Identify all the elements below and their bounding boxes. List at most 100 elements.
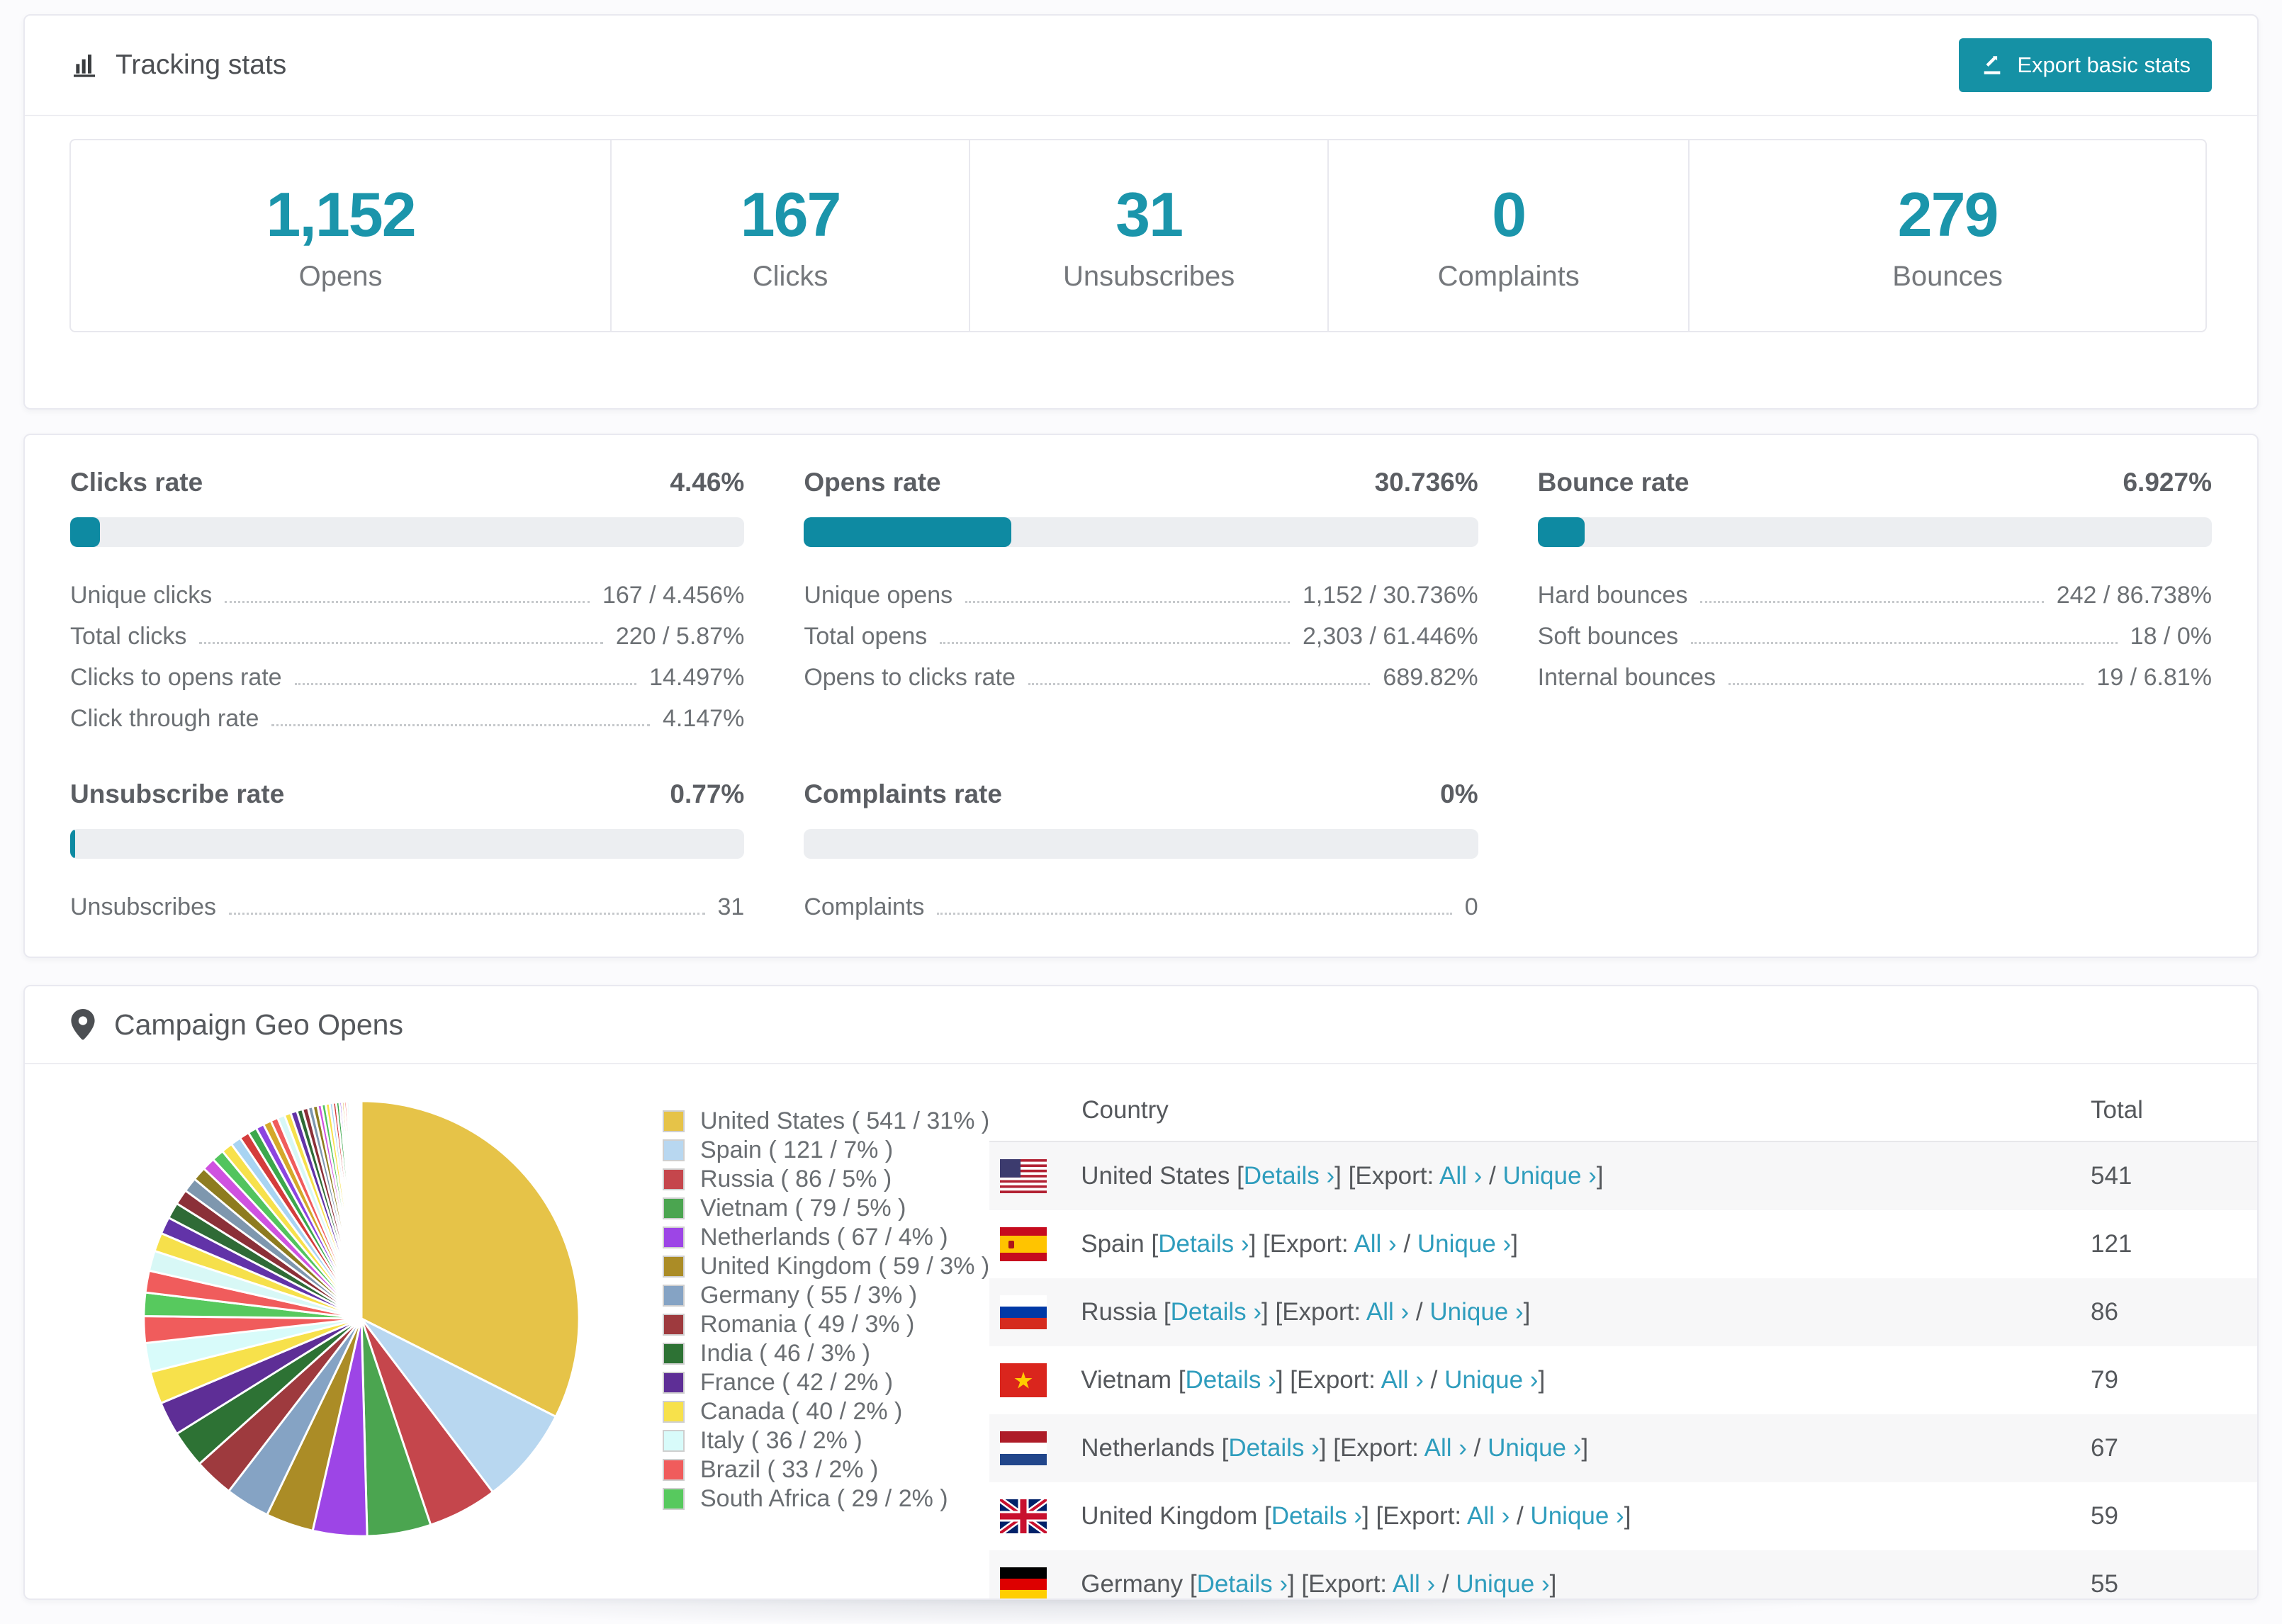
card-drop-shadow — [47, 1600, 2235, 1624]
country-cell: United States [Details ›] [Export: All ›… — [989, 1159, 2091, 1193]
total-cell: 121 — [2091, 1230, 2132, 1258]
legend-label: Romania ( 49 / 3% ) — [700, 1311, 915, 1338]
dotted-leader — [294, 683, 637, 685]
rate-row: Unsubscribes 31 — [70, 880, 744, 921]
flag-ru-icon — [1000, 1295, 1047, 1329]
export-all-link[interactable]: All › — [1381, 1366, 1424, 1394]
rate-row-value: 4.147% — [663, 705, 745, 732]
legend-label: Canada ( 40 / 2% ) — [700, 1398, 903, 1425]
geo-table-row-ru: Russia [Details ›] [Export: All › / Uniq… — [989, 1278, 2257, 1346]
legend-item[interactable]: Canada ( 40 / 2% ) — [663, 1397, 989, 1426]
legend-item[interactable]: Brazil ( 33 / 2% ) — [663, 1455, 989, 1484]
rate-rows: Hard bounces 242 / 86.738% Soft bounces … — [1538, 568, 2212, 692]
legend-item[interactable]: Vietnam ( 79 / 5% ) — [663, 1194, 989, 1223]
country-cell: Russia [Details ›] [Export: All › / Uniq… — [989, 1295, 2091, 1329]
details-link[interactable]: Details › — [1228, 1434, 1319, 1462]
legend-item[interactable]: Germany ( 55 / 3% ) — [663, 1281, 989, 1310]
export-icon — [1980, 53, 2004, 77]
geo-title: Campaign Geo Opens — [114, 1008, 403, 1041]
country-cell: Germany [Details ›] [Export: All › / Uni… — [989, 1567, 2091, 1598]
geo-table-rows: United States [Details ›] [Export: All ›… — [989, 1142, 2257, 1598]
progress-bar-fill — [70, 829, 76, 859]
rate-row-label: Complaints — [804, 893, 925, 920]
export-unique-link[interactable]: Unique › — [1488, 1434, 1581, 1462]
dotted-leader — [1028, 683, 1371, 685]
rate-title-row: Complaints rate 0% — [804, 779, 1478, 809]
legend-item[interactable]: United Kingdom ( 59 / 3% ) — [663, 1252, 989, 1281]
legend-item[interactable]: Spain ( 121 / 7% ) — [663, 1136, 989, 1165]
country-text: United States [Details ›] [Export: All ›… — [1081, 1162, 1604, 1190]
legend-item[interactable]: France ( 42 / 2% ) — [663, 1368, 989, 1397]
dotted-leader — [1700, 601, 2044, 603]
dashboard-page: Tracking stats Export basic stats 1,152 … — [0, 0, 2282, 1624]
details-link[interactable]: Details › — [1158, 1230, 1249, 1258]
legend-item[interactable]: India ( 46 / 3% ) — [663, 1339, 989, 1368]
rate-row-label: Clicks to opens rate — [70, 664, 282, 691]
rate-row: Total opens 2,303 / 61.446% — [804, 609, 1478, 650]
rates-grid: Clicks rate 4.46% Unique clicks 167 / 4.… — [70, 468, 2212, 921]
export-unique-link[interactable]: Unique › — [1429, 1298, 1523, 1326]
rate-row: Unique opens 1,152 / 30.736% — [804, 568, 1478, 609]
rate-row-label: Unique clicks — [70, 582, 213, 609]
rate-rows: Unique clicks 167 / 4.456% Total clicks … — [70, 568, 744, 733]
legend-item[interactable]: Netherlands ( 67 / 4% ) — [663, 1223, 989, 1252]
export-button-label: Export basic stats — [2017, 52, 2191, 77]
legend-item[interactable]: Italy ( 36 / 2% ) — [663, 1426, 989, 1455]
rate-panel-unsubscribe-rate: Unsubscribe rate 0.77% Unsubscribes 31 — [70, 779, 745, 921]
legend-swatch — [663, 1430, 685, 1452]
details-link[interactable]: Details › — [1185, 1366, 1276, 1394]
legend-swatch — [663, 1227, 685, 1248]
legend-item[interactable]: South Africa ( 29 / 2% ) — [663, 1484, 989, 1513]
country-cell: Netherlands [Details ›] [Export: All › /… — [989, 1431, 2091, 1465]
rate-row-label: Total opens — [804, 623, 928, 650]
stat-box-complaints: 0 Complaints — [1327, 139, 1690, 332]
export-unique-link[interactable]: Unique › — [1417, 1230, 1511, 1258]
stat-value: 0 — [1492, 179, 1527, 249]
dotted-leader — [940, 642, 1290, 644]
export-unique-link[interactable]: Unique › — [1456, 1570, 1549, 1598]
flag-nl-icon — [1000, 1431, 1047, 1465]
legend-label: United States ( 541 / 31% ) — [700, 1107, 990, 1134]
rate-panel-complaints-rate: Complaints rate 0% Complaints 0 — [804, 779, 1478, 921]
export-unique-link[interactable]: Unique › — [1503, 1162, 1597, 1190]
export-all-link[interactable]: All › — [1366, 1298, 1409, 1326]
geo-table-row-vn: Vietnam [Details ›] [Export: All › / Uni… — [989, 1346, 2257, 1414]
stat-label: Complaints — [1437, 261, 1580, 292]
details-link[interactable]: Details › — [1244, 1162, 1334, 1190]
export-all-link[interactable]: All › — [1467, 1502, 1510, 1530]
rate-title-row: Opens rate 30.736% — [804, 468, 1478, 497]
geo-body: United States ( 541 / 31% ) Spain ( 121 … — [25, 1064, 2257, 1598]
dotted-leader — [937, 913, 1452, 915]
legend-item[interactable]: United States ( 541 / 31% ) — [663, 1107, 989, 1136]
flag-es-icon — [1000, 1227, 1047, 1261]
rate-rows: Complaints 0 — [804, 880, 1478, 921]
country-text: Netherlands [Details ›] [Export: All › /… — [1081, 1434, 1589, 1462]
dotted-leader — [965, 601, 1290, 603]
details-link[interactable]: Details › — [1271, 1502, 1362, 1530]
rate-percent: 0.77% — [670, 779, 745, 808]
stat-box-unsubscribes: 31 Unsubscribes — [969, 139, 1330, 332]
export-all-link[interactable]: All › — [1439, 1162, 1482, 1190]
legend-item[interactable]: Romania ( 49 / 3% ) — [663, 1310, 989, 1339]
details-link[interactable]: Details › — [1171, 1298, 1261, 1326]
legend-swatch — [663, 1314, 685, 1336]
geo-table-header: Country Total — [989, 1080, 2257, 1142]
rate-row-value: 14.497% — [649, 664, 745, 691]
export-all-link[interactable]: All › — [1354, 1230, 1396, 1258]
details-link[interactable]: Details › — [1197, 1570, 1288, 1598]
export-basic-stats-button[interactable]: Export basic stats — [1959, 38, 2212, 92]
rates-card: Clicks rate 4.46% Unique clicks 167 / 4.… — [23, 434, 2259, 958]
export-unique-link[interactable]: Unique › — [1444, 1366, 1538, 1394]
export-unique-link[interactable]: Unique › — [1530, 1502, 1624, 1530]
export-all-link[interactable]: All › — [1393, 1570, 1435, 1598]
stat-label: Unsubscribes — [1062, 261, 1235, 292]
rate-percent: 30.736% — [1374, 468, 1478, 497]
rate-row: Opens to clicks rate 689.82% — [804, 650, 1478, 692]
country-name: Germany — [1081, 1570, 1184, 1598]
legend-label: Italy ( 36 / 2% ) — [700, 1427, 862, 1454]
export-all-link[interactable]: All › — [1424, 1434, 1467, 1462]
legend-item[interactable]: Russia ( 86 / 5% ) — [663, 1165, 989, 1194]
rate-row-label: Total clicks — [70, 623, 187, 650]
progress-bar-fill — [1537, 517, 1585, 547]
geo-pie-chart[interactable] — [138, 1095, 585, 1545]
